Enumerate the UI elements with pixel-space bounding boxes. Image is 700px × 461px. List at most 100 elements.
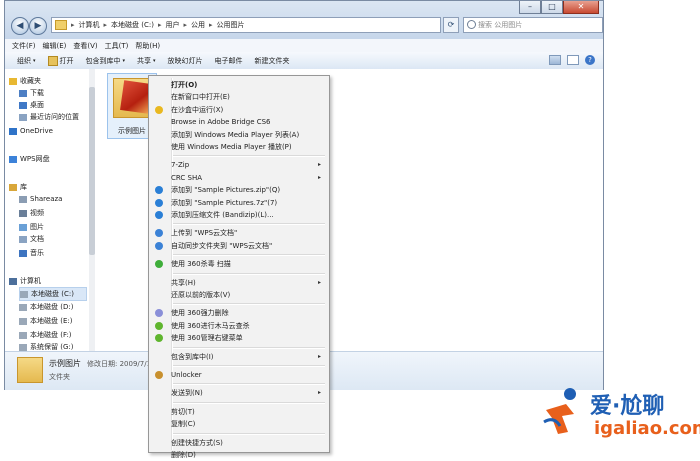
breadcrumb-users[interactable]: 用户 bbox=[165, 20, 179, 30]
context-menu-item-label: 自动同步文件夹到 "WPS云文档" bbox=[171, 241, 273, 250]
context-menu-item[interactable]: 使用 360管理右键菜单 bbox=[151, 332, 327, 344]
context-menu-item[interactable]: 包含到库中(I) ▸ bbox=[151, 351, 327, 363]
360-scan-icon bbox=[155, 321, 163, 330]
nav-item-label: 本地磁盘 (F:) bbox=[30, 331, 72, 339]
menu-tools[interactable]: 工具(T) bbox=[105, 41, 129, 51]
menu-edit[interactable]: 编辑(E) bbox=[43, 41, 67, 51]
context-menu-item[interactable]: 剪切(T) bbox=[151, 406, 327, 418]
organize-label: 组织 bbox=[17, 56, 31, 65]
context-menu-item[interactable]: Browse in Adobe Bridge CS6 bbox=[151, 116, 327, 128]
change-view-button[interactable] bbox=[549, 55, 561, 65]
chevron-down-icon: ▾ bbox=[33, 57, 36, 64]
context-menu-item-label: 复制(C) bbox=[171, 420, 196, 429]
picture-icon bbox=[19, 223, 27, 231]
nav-item[interactable]: 库 bbox=[9, 181, 27, 193]
nav-item[interactable]: 音乐 bbox=[19, 247, 44, 259]
context-menu-item[interactable]: 创建快捷方式(S) bbox=[151, 437, 327, 449]
navigation-pane: 收藏夹 下载 桌面 最近访问的位置 OneDrive WPS网盘库 Shareaza 视频图片… bbox=[5, 69, 94, 351]
context-menu-item[interactable]: CRC SHA ▸ bbox=[151, 172, 327, 184]
menu-help[interactable]: 帮助(H) bbox=[135, 41, 160, 51]
context-menu-item-label: 上传到 "WPS云文档" bbox=[171, 229, 238, 238]
nav-item[interactable]: Shareaza bbox=[19, 193, 62, 205]
context-menu-item[interactable]: 添加到压缩文件 (Bandizip)(L)... bbox=[151, 209, 327, 221]
context-menu-item[interactable]: 使用 360强力删除 bbox=[151, 307, 327, 319]
context-menu-item[interactable]: 使用 360杀毒 扫描 bbox=[151, 258, 327, 270]
context-menu-item[interactable]: 添加到 "Sample Pictures.zip"(Q) bbox=[151, 184, 327, 196]
breadcrumb-computer[interactable]: 计算机 bbox=[79, 20, 100, 30]
watermark-line1: 爱·尬聊 bbox=[590, 394, 665, 419]
nav-item[interactable]: 图片 bbox=[19, 221, 44, 233]
help-icon[interactable]: ? bbox=[585, 55, 595, 65]
menu-separator bbox=[173, 383, 325, 386]
nav-item-label: 本地磁盘 (E:) bbox=[30, 317, 73, 325]
breadcrumb-separator: ▸ bbox=[71, 21, 75, 29]
nav-item[interactable]: 下载 bbox=[19, 87, 44, 99]
breadcrumb-drive-c[interactable]: 本地磁盘 (C:) bbox=[111, 20, 154, 30]
share-button[interactable]: 共享 ▾ bbox=[137, 56, 156, 66]
close-button[interactable]: ✕ bbox=[563, 1, 599, 14]
menu-view[interactable]: 查看(V) bbox=[73, 41, 97, 51]
menu-file[interactable]: 文件(F) bbox=[12, 41, 36, 51]
preview-pane-button[interactable] bbox=[567, 55, 579, 65]
context-menu-item[interactable]: 复制(C) bbox=[151, 418, 327, 430]
context-menu-item[interactable]: 打开(O) bbox=[151, 79, 327, 91]
context-menu-item[interactable]: 删除(D) bbox=[151, 449, 327, 461]
chevron-down-icon: ▾ bbox=[122, 57, 126, 64]
nav-item[interactable]: 本地磁盘 (C:) bbox=[19, 287, 87, 301]
back-button[interactable]: ◀ bbox=[11, 17, 29, 35]
nav-item[interactable]: 最近访问的位置 bbox=[19, 111, 79, 123]
minimize-button[interactable]: – bbox=[519, 1, 541, 14]
refresh-button[interactable]: ⟳ bbox=[443, 17, 459, 33]
include-in-library-button[interactable]: 包含到库中 ▾ bbox=[86, 56, 126, 66]
nav-item[interactable]: 计算机 bbox=[9, 275, 41, 287]
breadcrumb-separator: ▸ bbox=[183, 21, 187, 29]
nav-item[interactable]: 文档 bbox=[19, 233, 44, 245]
open-button[interactable]: 打开 bbox=[47, 55, 74, 66]
nav-item[interactable]: 本地磁盘 (D:) bbox=[19, 301, 73, 313]
nav-item[interactable]: WPS网盘 bbox=[9, 153, 50, 165]
new-folder-button[interactable]: 新建文件夹 bbox=[255, 56, 290, 66]
slideshow-button[interactable]: 放映幻灯片 bbox=[168, 56, 203, 66]
maximize-button[interactable]: □ bbox=[541, 1, 563, 14]
context-menu-item-label: 使用 360强力删除 bbox=[171, 309, 229, 318]
nav-item[interactable]: 视频 bbox=[19, 207, 44, 219]
context-menu-item[interactable]: 添加到 Windows Media Player 列表(A) bbox=[151, 129, 327, 141]
context-menu-item[interactable]: 还原以前的版本(V) bbox=[151, 289, 327, 301]
nav-item[interactable]: 本地磁盘 (F:) bbox=[19, 329, 72, 341]
breadcrumb-public[interactable]: 公用 bbox=[191, 20, 205, 30]
menu-separator bbox=[173, 223, 325, 226]
nav-item[interactable]: 本地磁盘 (E:) bbox=[19, 315, 72, 327]
nav-item[interactable]: 收藏夹 bbox=[9, 75, 41, 87]
context-menu-item-label: 使用 360进行木马云查杀 bbox=[171, 321, 250, 330]
context-menu-item[interactable]: 自动同步文件夹到 "WPS云文档" bbox=[151, 240, 327, 252]
email-label: 电子邮件 bbox=[214, 56, 243, 65]
context-menu-item[interactable]: 使用 360进行木马云查杀 bbox=[151, 320, 327, 332]
context-menu-item[interactable]: 使用 Windows Media Player 播放(P) bbox=[151, 141, 327, 153]
address-bar[interactable]: ▸ 计算机 ▸ 本地磁盘 (C:) ▸ 用户 ▸ 公用 ▸ 公用图片 bbox=[51, 17, 441, 33]
recent-icon bbox=[19, 113, 27, 121]
context-menu-item[interactable]: 7-Zip ▸ bbox=[151, 159, 327, 171]
sandbox-icon bbox=[155, 105, 163, 114]
context-menu-item[interactable]: 添加到 "Sample Pictures.7z"(7) bbox=[151, 197, 327, 209]
submenu-arrow-icon: ▸ bbox=[317, 161, 321, 169]
nav-item-label: 文档 bbox=[30, 235, 44, 243]
nav-item[interactable]: OneDrive bbox=[9, 125, 53, 137]
context-menu-item[interactable]: 在沙盒中运行(X) bbox=[151, 104, 327, 116]
organize-button[interactable]: 组织 ▾ bbox=[17, 56, 36, 66]
chevron-down-icon: ▾ bbox=[153, 57, 156, 64]
search-input[interactable]: 搜索 公用图片 bbox=[463, 17, 603, 33]
breadcrumb-public-pictures[interactable]: 公用图片 bbox=[217, 20, 245, 30]
email-button[interactable]: 电子邮件 bbox=[215, 56, 243, 66]
nav-item[interactable]: 桌面 bbox=[19, 99, 44, 111]
forward-button[interactable]: ▶ bbox=[29, 17, 47, 35]
context-menu-item[interactable]: Unlocker bbox=[151, 369, 327, 381]
runner-icon bbox=[543, 388, 576, 434]
context-menu-item[interactable]: 共享(H) ▸ bbox=[151, 277, 327, 289]
context-menu-item-label: CRC SHA bbox=[171, 173, 203, 182]
nav-item-label: 图片 bbox=[30, 223, 44, 231]
context-menu-item[interactable]: 在新窗口中打开(E) bbox=[151, 91, 327, 103]
title-bar: – □ ✕ ◀ ▶ ▸ 计算机 ▸ 本地磁盘 (C:) ▸ 用户 ▸ 公用 ▸ … bbox=[5, 1, 603, 39]
context-menu-item[interactable]: 上传到 "WPS云文档" bbox=[151, 227, 327, 239]
drive-icon bbox=[19, 317, 27, 325]
context-menu-item[interactable]: 发送到(N) ▸ bbox=[151, 387, 327, 399]
